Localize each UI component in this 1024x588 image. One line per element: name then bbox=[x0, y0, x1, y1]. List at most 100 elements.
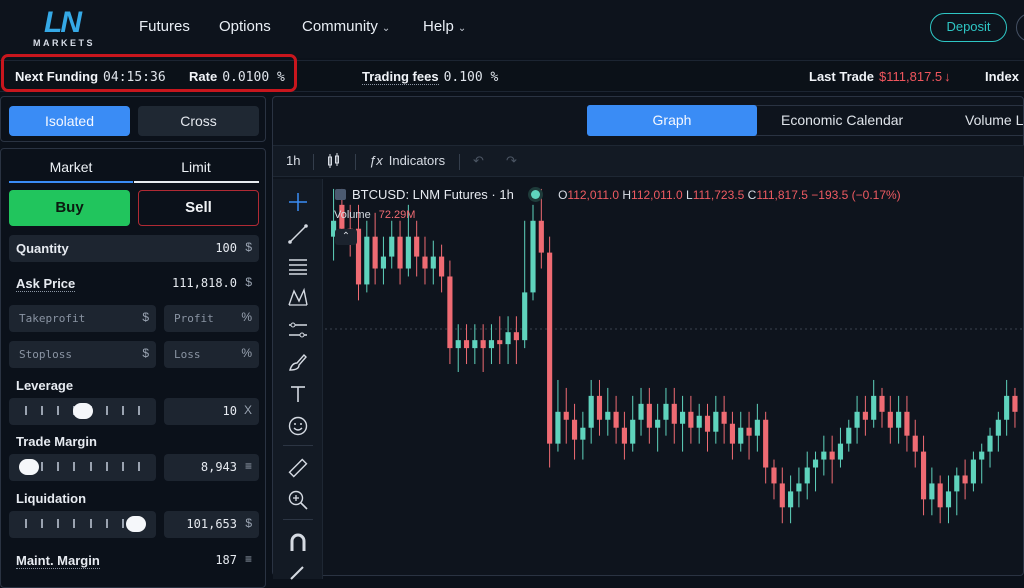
tab-graph[interactable]: Graph bbox=[587, 105, 757, 136]
ruler-icon[interactable] bbox=[287, 457, 309, 479]
liquidation-input[interactable]: 101,653 $ bbox=[164, 511, 259, 538]
candle bbox=[979, 443, 985, 484]
projection-icon[interactable] bbox=[287, 319, 309, 341]
leverage-input[interactable]: 10 X bbox=[164, 398, 259, 425]
nav-community[interactable]: Community ⌄ bbox=[302, 18, 390, 35]
nav-extra-button[interactable] bbox=[1016, 13, 1024, 42]
nav-help[interactable]: Help ⌄ bbox=[423, 18, 466, 35]
slider-handle[interactable] bbox=[126, 516, 146, 532]
quantity-unit: $ bbox=[245, 240, 252, 254]
ask-price-unit: $ bbox=[245, 275, 252, 289]
candle bbox=[995, 411, 1001, 452]
candle bbox=[704, 403, 711, 452]
leverage-unit: X bbox=[243, 403, 252, 417]
logo[interactable]: LN MARKETS bbox=[32, 6, 104, 50]
candle bbox=[696, 403, 702, 444]
candle-type-icon[interactable] bbox=[327, 153, 341, 172]
candle bbox=[970, 451, 976, 492]
maint-margin-row: 187 ≡ bbox=[9, 547, 259, 574]
candle bbox=[929, 467, 935, 516]
symbol-icon bbox=[335, 189, 346, 200]
toolbar-divider bbox=[459, 154, 460, 170]
text-tool-icon[interactable] bbox=[287, 383, 309, 405]
nav-futures[interactable]: Futures bbox=[139, 18, 190, 35]
toolbar-divider bbox=[355, 154, 356, 170]
fib-lines-icon[interactable] bbox=[287, 255, 309, 277]
candle bbox=[812, 451, 819, 492]
buy-button[interactable]: Buy bbox=[9, 190, 130, 226]
redo-icon[interactable]: ↷ bbox=[506, 153, 517, 169]
indicators-button[interactable]: ƒx Indicators bbox=[369, 153, 445, 168]
candle bbox=[837, 427, 844, 468]
cross-button[interactable]: Cross bbox=[138, 106, 259, 136]
emoji-icon[interactable] bbox=[287, 415, 309, 437]
candle bbox=[513, 316, 519, 365]
slider-handle[interactable] bbox=[19, 459, 39, 475]
chart-toolbar: 1h ƒx Indicators ↶ ↷ bbox=[273, 145, 1024, 177]
ask-price-value: 111,818.0 bbox=[171, 276, 237, 290]
volume-legend: Volume 72.29M bbox=[334, 209, 415, 221]
candle bbox=[937, 475, 943, 524]
candle bbox=[887, 395, 893, 444]
index-label: Index bbox=[985, 69, 1019, 84]
pattern-icon[interactable] bbox=[287, 287, 309, 309]
collapse-legend-button[interactable]: ⌃ bbox=[335, 229, 357, 245]
nav-options[interactable]: Options bbox=[219, 18, 271, 35]
candle bbox=[771, 459, 777, 500]
loss-unit: % bbox=[241, 346, 252, 360]
candle bbox=[621, 411, 627, 460]
candle bbox=[638, 387, 644, 436]
candle bbox=[397, 220, 403, 285]
liquidation-slider[interactable] bbox=[9, 511, 156, 538]
candle bbox=[954, 467, 960, 516]
candle bbox=[530, 204, 536, 301]
margin-slider[interactable] bbox=[9, 454, 156, 481]
interval-selector[interactable]: 1h bbox=[286, 153, 300, 168]
candle bbox=[596, 379, 603, 436]
candle bbox=[920, 435, 927, 516]
quantity-label: Quantity bbox=[16, 241, 69, 256]
takeprofit-input[interactable]: Takeprofit $ bbox=[9, 305, 156, 332]
undo-icon[interactable]: ↶ bbox=[473, 153, 484, 169]
tab-economic-calendar[interactable]: Economic Calendar bbox=[781, 105, 903, 136]
change-value: −193.5 (−0.17%) bbox=[811, 188, 901, 202]
c-label: C bbox=[747, 188, 757, 202]
top-nav: LN MARKETS Futures Options Community ⌄ He… bbox=[0, 0, 1024, 58]
candle bbox=[763, 411, 769, 484]
pencil-icon[interactable] bbox=[287, 561, 309, 583]
magnet-icon[interactable] bbox=[287, 531, 309, 553]
volume-value: 72.29M bbox=[378, 209, 416, 221]
margin-input[interactable]: 8,943 ≡ bbox=[164, 454, 259, 481]
indicators-label: Indicators bbox=[388, 153, 446, 168]
fees-value: 0.100 % bbox=[443, 70, 499, 85]
candle bbox=[480, 324, 486, 372]
maint-margin-unit: ≡ bbox=[244, 552, 252, 566]
candle bbox=[505, 316, 511, 365]
slider-ticks bbox=[25, 462, 140, 473]
zoom-in-icon[interactable] bbox=[287, 489, 309, 511]
candle bbox=[945, 475, 952, 524]
stoploss-input[interactable]: Stoploss $ bbox=[9, 341, 156, 368]
tab-volume[interactable]: Volume La bbox=[965, 105, 1024, 136]
takeprofit-placeholder: Takeprofit bbox=[19, 312, 86, 325]
chevron-down-icon: ⌄ bbox=[457, 23, 467, 34]
deposit-button[interactable]: Deposit bbox=[930, 13, 1007, 42]
slider-handle[interactable] bbox=[72, 403, 93, 419]
sell-button[interactable]: Sell bbox=[138, 190, 259, 226]
loss-input[interactable]: Loss % bbox=[164, 341, 259, 368]
isolated-button[interactable]: Isolated bbox=[9, 106, 130, 136]
profit-input[interactable]: Profit % bbox=[164, 305, 259, 332]
candlestick-chart[interactable] bbox=[325, 179, 1023, 577]
quantity-field[interactable]: Quantity 100 $ bbox=[9, 235, 259, 262]
candle bbox=[713, 395, 719, 444]
candle bbox=[630, 395, 636, 452]
leverage-slider[interactable] bbox=[9, 398, 156, 425]
margin-mode-toggle: Isolated Cross bbox=[0, 96, 266, 142]
brush-icon[interactable] bbox=[287, 351, 309, 373]
crosshair-icon[interactable] bbox=[287, 191, 309, 213]
logo-mark: LN bbox=[44, 6, 82, 39]
arrow-down-icon: ↓ bbox=[944, 69, 951, 84]
candle bbox=[862, 395, 868, 436]
trend-line-icon[interactable] bbox=[287, 223, 309, 245]
candle bbox=[912, 419, 918, 468]
